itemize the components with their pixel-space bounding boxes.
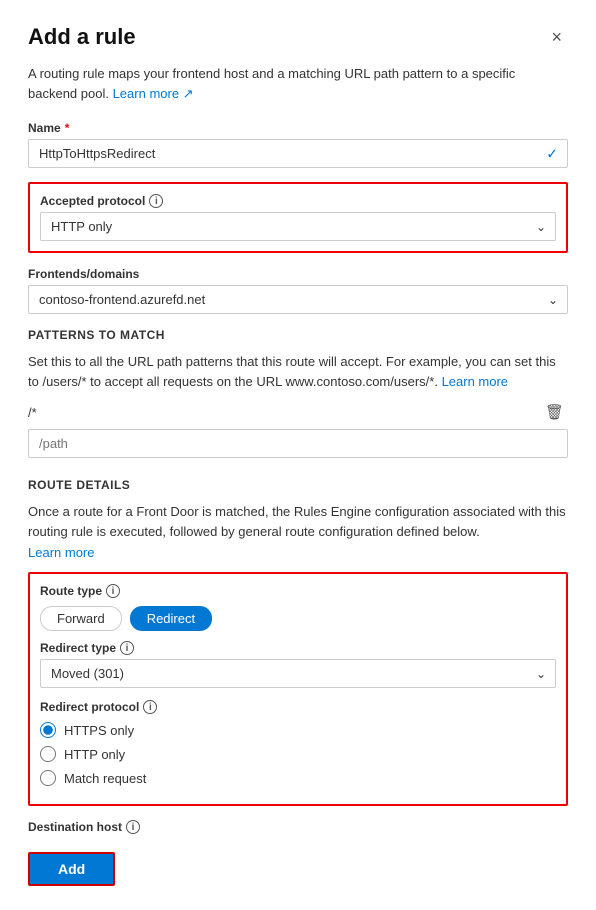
http-only-radio-item[interactable]: HTTP only [40,746,556,762]
accepted-protocol-info-icon[interactable]: i [149,194,163,208]
redirect-type-info-icon[interactable]: i [120,641,134,655]
frontends-domains-select-wrapper: contoso-frontend.azurefd.net ⌄ [28,285,568,314]
name-input-wrapper: ✓ [28,139,568,168]
frontends-domains-label: Frontends/domains [28,267,568,281]
redirect-protocol-info-icon[interactable]: i [143,700,157,714]
route-details-description: Once a route for a Front Door is matched… [28,502,568,541]
accepted-protocol-label: Accepted protocol i [40,194,556,208]
frontends-domains-field-group: Frontends/domains contoso-frontend.azure… [28,267,568,314]
footer: Add [28,834,568,886]
route-type-toggle-row: Forward Redirect [40,606,556,631]
frontends-domains-select[interactable]: contoso-frontend.azurefd.net [28,285,568,314]
delete-pattern-icon[interactable]: 🗑 [541,401,568,423]
accepted-protocol-select[interactable]: HTTP only HTTPS only HTTP and HTTPS [40,212,556,241]
match-request-radio[interactable] [40,770,56,786]
patterns-description: Set this to all the URL path patterns th… [28,352,568,391]
redirect-route-button[interactable]: Redirect [130,606,212,631]
close-button[interactable]: × [545,26,568,48]
https-only-radio-item[interactable]: HTTPS only [40,722,556,738]
redirect-type-label: Redirect type i [40,641,556,655]
https-only-label: HTTPS only [64,723,134,738]
route-type-info-icon[interactable]: i [106,584,120,598]
route-details-learn-more-link[interactable]: Learn more [28,545,568,560]
patterns-learn-more-link[interactable]: Learn more [442,374,508,389]
https-only-radio[interactable] [40,722,56,738]
match-request-radio-item[interactable]: Match request [40,770,556,786]
http-only-radio[interactable] [40,746,56,762]
redirect-protocol-radio-group: HTTPS only HTTP only Match request [40,722,556,786]
panel-title: Add a rule [28,24,136,50]
path-input[interactable] [28,429,568,458]
add-button[interactable]: Add [28,852,115,886]
http-only-label: HTTP only [64,747,125,762]
description-learn-more-link[interactable]: Learn more ↗ [113,86,194,101]
name-field-group: Name * ✓ [28,121,568,168]
forward-route-button[interactable]: Forward [40,606,122,631]
add-rule-panel: Add a rule × A routing rule maps your fr… [0,0,596,910]
pattern-row: /* 🗑 [28,401,568,423]
route-details-section-title: ROUTE DETAILS [28,478,568,492]
destination-host-label-row: Destination host i [28,820,568,834]
panel-description: A routing rule maps your frontend host a… [28,64,568,103]
name-check-icon: ✓ [546,145,558,162]
name-label: Name * [28,121,568,135]
patterns-section-title: PATTERNS TO MATCH [28,328,568,342]
required-indicator: * [65,121,70,135]
pattern-value: /* [28,405,541,420]
route-details-section: Route type i Forward Redirect Redirect t… [28,572,568,806]
accepted-protocol-select-wrapper: HTTP only HTTPS only HTTP and HTTPS ⌄ [40,212,556,241]
name-input[interactable] [28,139,568,168]
destination-host-info-icon[interactable]: i [126,820,140,834]
redirect-protocol-label: Redirect protocol i [40,700,556,714]
accepted-protocol-section: Accepted protocol i HTTP only HTTPS only… [28,182,568,253]
route-type-label: Route type i [40,584,556,598]
panel-header: Add a rule × [28,24,568,50]
redirect-type-select-wrapper: Moved (301) Found (302) Temporary Redire… [40,659,556,688]
redirect-type-select[interactable]: Moved (301) Found (302) Temporary Redire… [40,659,556,688]
match-request-label: Match request [64,771,146,786]
